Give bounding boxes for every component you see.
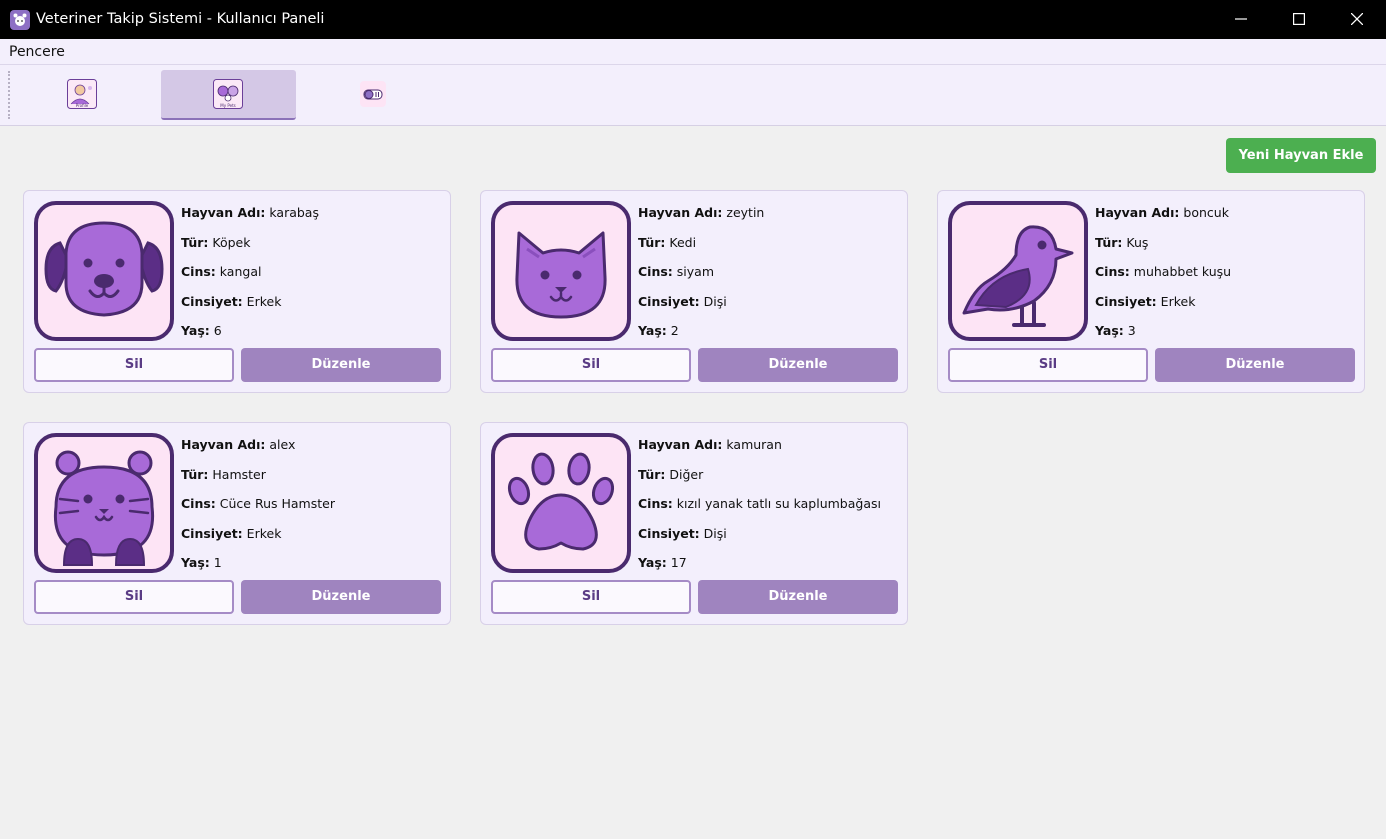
age-label: Yaş: (638, 323, 667, 338)
menu-pencere[interactable]: Pencere (9, 44, 65, 60)
gender-label: Cinsiyet: (181, 293, 243, 309)
pet-card: Hayvan Adı: alex Tür: Hamster Cins: Cüce… (23, 422, 451, 625)
breed-label: Cins: (638, 496, 673, 511)
paw-app-icon (10, 10, 30, 30)
pet-card: Hayvan Adı: karabaş Tür: Köpek Cins: kan… (23, 190, 451, 393)
age-label: Yaş: (1095, 323, 1124, 338)
delete-button[interactable]: Sil (34, 348, 234, 382)
pet-age: 2 (670, 323, 679, 338)
breed-label: Cins: (638, 264, 673, 279)
pet-name: boncuk (1183, 205, 1229, 220)
pet-breed: kangal (219, 264, 262, 279)
paw-icon (507, 452, 615, 551)
delete-button[interactable]: Sil (491, 580, 691, 614)
gender-label: Cinsiyet: (638, 293, 700, 309)
pet-breed: muhabbet kuşu (1133, 264, 1232, 279)
svg-text:Profile: Profile (76, 103, 89, 108)
name-label: Hayvan Adı: (1095, 205, 1180, 220)
pet-card: Hayvan Adı: boncuk Tür: Kuş Cins: muhabb… (937, 190, 1365, 393)
edit-button[interactable]: Düzenle (698, 580, 898, 614)
pet-name: zeytin (726, 205, 765, 220)
pet-type: Diğer (669, 466, 704, 482)
maximize-icon (1293, 13, 1305, 25)
pet-image (948, 201, 1088, 341)
svg-text:My Pets: My Pets (220, 103, 235, 108)
pet-name: karabaş (269, 205, 319, 220)
pet-image (34, 201, 174, 341)
name-label: Hayvan Adı: (638, 437, 723, 452)
pet-type: Kedi (669, 234, 697, 250)
hamster-icon (53, 450, 155, 566)
toolbar: Profile My Pets (0, 65, 1386, 126)
edit-button[interactable]: Düzenle (241, 348, 441, 382)
title-bar: Veteriner Takip Sistemi - Kullanıcı Pane… (0, 0, 1386, 39)
toolbar-profile-button[interactable]: Profile (15, 70, 150, 120)
name-label: Hayvan Adı: (181, 437, 266, 452)
minimize-icon (1235, 18, 1247, 20)
pet-card: Hayvan Adı: zeytin Tür: Kedi Cins: siyam… (480, 190, 908, 393)
edit-button[interactable]: Düzenle (241, 580, 441, 614)
type-label: Tür: (181, 234, 209, 250)
close-button[interactable] (1328, 0, 1386, 39)
add-pet-button[interactable]: Yeni Hayvan Ekle (1226, 138, 1376, 173)
maximize-button[interactable] (1270, 0, 1328, 39)
dog-icon (44, 221, 164, 317)
pet-image (34, 433, 174, 573)
gender-label: Cinsiyet: (638, 525, 700, 541)
type-label: Tür: (1095, 234, 1123, 250)
bird-icon (962, 225, 1074, 327)
pet-breed: kızıl yanak tatlı su kaplumbağası (676, 496, 881, 511)
delete-button[interactable]: Sil (491, 348, 691, 382)
toolbar-grip[interactable] (8, 71, 10, 119)
pet-name: alex (269, 437, 296, 452)
pet-image (491, 433, 631, 573)
pet-type: Kuş (1126, 234, 1149, 250)
breed-label: Cins: (181, 496, 216, 511)
window-title: Veteriner Takip Sistemi - Kullanıcı Pane… (36, 11, 325, 27)
name-label: Hayvan Adı: (181, 205, 266, 220)
edit-button[interactable]: Düzenle (1155, 348, 1355, 382)
age-label: Yaş: (638, 555, 667, 570)
profile-icon: Profile (67, 79, 97, 109)
pet-gender: Erkek (246, 525, 282, 541)
pet-type: Köpek (212, 234, 251, 250)
pet-gender: Dişi (703, 293, 727, 309)
menu-bar: Pencere (0, 39, 1386, 65)
pet-gender: Erkek (1160, 293, 1196, 309)
breed-label: Cins: (181, 264, 216, 279)
pet-breed: Cüce Rus Hamster (219, 496, 335, 511)
pet-image (491, 201, 631, 341)
gender-label: Cinsiyet: (1095, 293, 1157, 309)
breed-label: Cins: (1095, 264, 1130, 279)
pet-breed: siyam (676, 264, 715, 279)
edit-button[interactable]: Düzenle (698, 348, 898, 382)
pet-age: 6 (213, 323, 222, 338)
delete-button[interactable]: Sil (948, 348, 1148, 382)
pet-card: Hayvan Adı: kamuran Tür: Diğer Cins: kız… (480, 422, 908, 625)
pet-name: kamuran (726, 437, 782, 452)
my-pets-icon: My Pets (213, 79, 243, 109)
minimize-button[interactable] (1212, 0, 1270, 39)
toolbar-appointments-button[interactable] (306, 70, 441, 120)
appointments-icon (360, 81, 386, 107)
delete-button[interactable]: Sil (34, 580, 234, 614)
age-label: Yaş: (181, 555, 210, 570)
pet-gender: Dişi (703, 525, 727, 541)
name-label: Hayvan Adı: (638, 205, 723, 220)
pet-age: 3 (1127, 323, 1136, 338)
pet-age: 1 (213, 555, 222, 570)
cat-icon (515, 231, 607, 319)
pet-gender: Erkek (246, 293, 282, 309)
age-label: Yaş: (181, 323, 210, 338)
pet-age: 17 (670, 555, 687, 570)
close-icon (1351, 13, 1363, 25)
pet-type: Hamster (212, 466, 266, 482)
toolbar-my-pets-button[interactable]: My Pets (161, 70, 296, 120)
type-label: Tür: (638, 466, 666, 482)
type-label: Tür: (181, 466, 209, 482)
gender-label: Cinsiyet: (181, 525, 243, 541)
type-label: Tür: (638, 234, 666, 250)
